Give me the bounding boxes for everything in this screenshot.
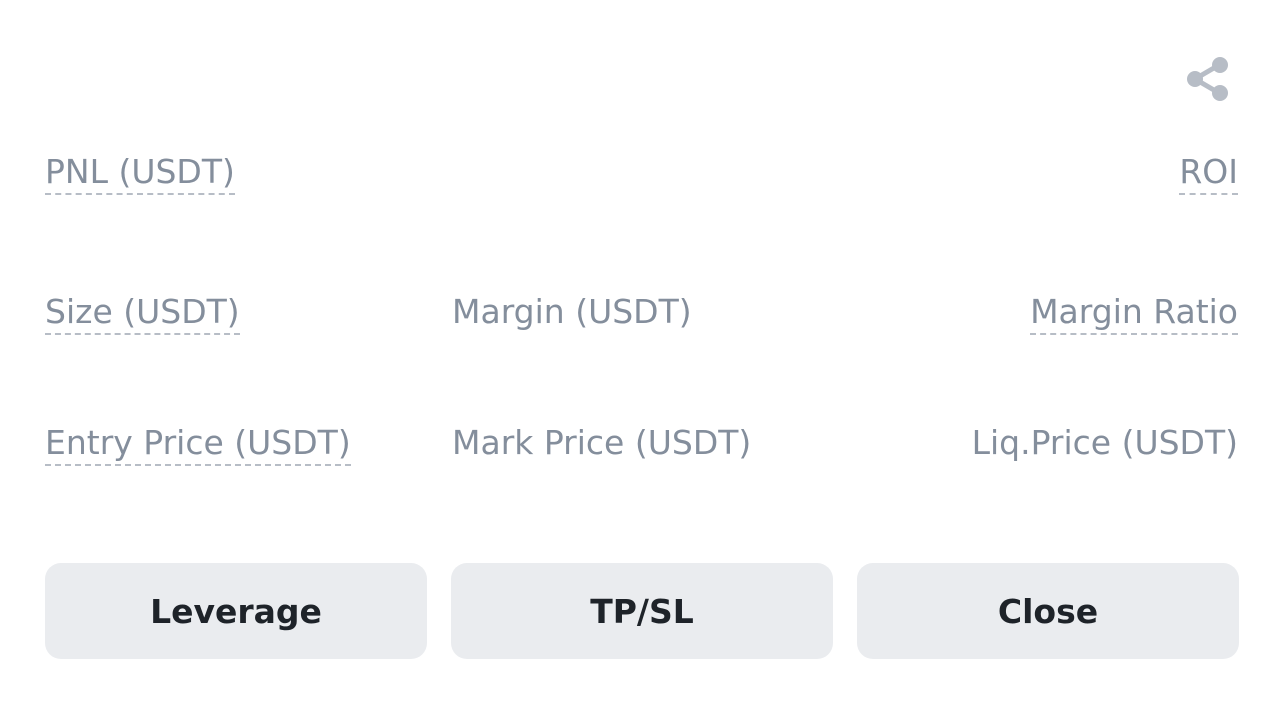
- size-label[interactable]: Size (USDT): [45, 292, 240, 335]
- share-icon[interactable]: [1184, 55, 1232, 103]
- mark-price-label: Mark Price (USDT): [452, 423, 752, 462]
- close-button[interactable]: Close: [857, 563, 1239, 659]
- liq-price-label: Liq.Price (USDT): [971, 423, 1238, 462]
- margin-label: Margin (USDT): [452, 292, 692, 331]
- leverage-button[interactable]: Leverage: [45, 563, 427, 659]
- entry-price-label[interactable]: Entry Price (USDT): [45, 423, 351, 466]
- margin-ratio-label[interactable]: Margin Ratio: [1030, 292, 1238, 335]
- pnl-label[interactable]: PNL (USDT): [45, 152, 235, 195]
- roi-label[interactable]: ROI: [1179, 152, 1238, 195]
- tpsl-button[interactable]: TP/SL: [451, 563, 833, 659]
